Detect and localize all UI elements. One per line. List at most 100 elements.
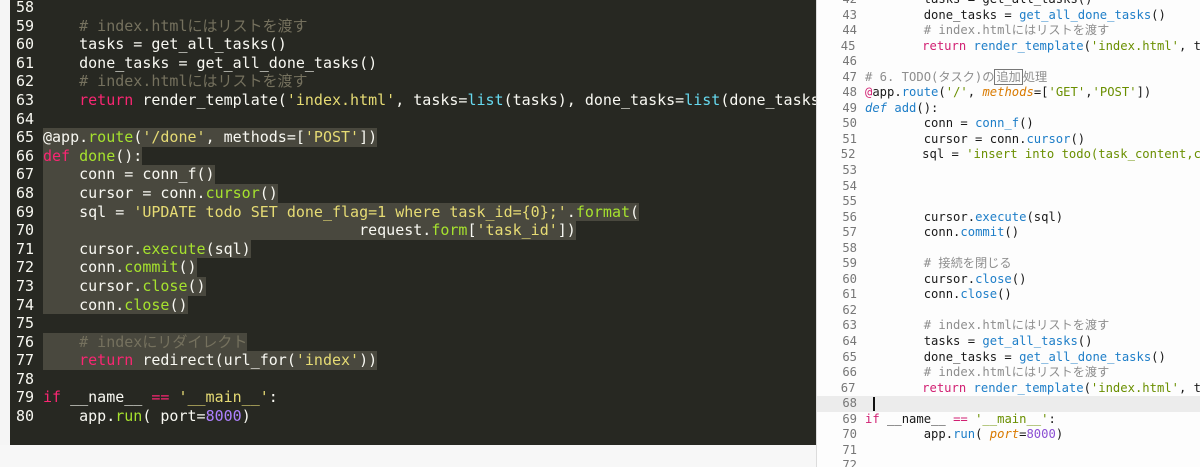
code-token: ))	[359, 351, 378, 370]
right-code-line[interactable]: 51 cursor = conn.cursor()	[817, 132, 1200, 148]
right-code-line[interactable]: 55	[817, 194, 1200, 210]
left-code-line[interactable]: 61 done_tasks = get_all_done_tasks()	[10, 54, 816, 73]
left-line-number: 70	[16, 221, 35, 240]
right-line-code: # index.htmlにはリストを渡す	[865, 318, 1110, 334]
right-code-line[interactable]: 47 # 6. TODO(タスク)の 追加 処理	[817, 68, 1200, 86]
code-token: if	[865, 411, 880, 426]
right-line-code: return render_template('index.html', t	[863, 39, 1200, 55]
code-token: # index.htmlにはリストを渡す	[923, 23, 1110, 38]
right-code-line[interactable]: 46	[817, 54, 1200, 70]
code-token: (sql)	[205, 239, 251, 258]
code-token: def	[865, 100, 888, 115]
left-code-line[interactable]: 75	[10, 314, 816, 333]
right-code-line[interactable]: 69 if __name__ == '__main__':	[817, 412, 1200, 428]
left-code-line[interactable]: 70 request.form['task_id'])	[10, 221, 816, 240]
right-line-number: 58	[842, 240, 857, 255]
right-code-line[interactable]: 61 conn.close()	[817, 287, 1200, 303]
code-token: , t	[1178, 380, 1200, 395]
right-line-code: return render_template('index.html', t	[863, 381, 1200, 397]
code-token: 'insert into todo(task_content,c	[966, 147, 1200, 162]
right-code-line[interactable]: 42 tasks = get_all_tasks()	[817, 0, 1200, 8]
code-token: cursor.	[43, 276, 143, 295]
left-code-line[interactable]: 67 conn = conn_f()	[10, 165, 816, 184]
right-code-line[interactable]: 45 return render_template('index.html', …	[817, 39, 1200, 55]
code-token: # index.htmlにはリストを渡す	[923, 365, 1110, 380]
right-line-code: conn = conn_f()	[865, 116, 1034, 132]
left-code-line[interactable]: 74 conn.close()	[10, 295, 816, 315]
left-line-number: 59	[16, 16, 35, 35]
right-code-line[interactable]: 57 conn.commit()	[817, 225, 1200, 241]
right-code-line[interactable]: 53	[817, 163, 1200, 179]
right-code-line[interactable]: 58	[817, 241, 1200, 257]
right-code-line[interactable]: 59 # 接続を閉じる	[817, 256, 1200, 272]
right-code-line[interactable]: 70 app.run( port=8000)	[817, 427, 1200, 443]
left-line-number: 79	[16, 388, 35, 407]
left-code-line[interactable]: 78	[10, 370, 816, 389]
code-token: commit	[960, 225, 1005, 240]
right-code-line[interactable]: 65 done_tasks = get_all_done_tasks()	[817, 350, 1200, 366]
left-code-line[interactable]: 71 cursor.execute(sql)	[10, 239, 816, 259]
right-code-line[interactable]: 50 conn = conn_f()	[817, 116, 1200, 132]
right-line-code: cursor.execute(sql)	[865, 210, 1063, 226]
code-token: .	[566, 202, 576, 221]
code-token: ():	[916, 100, 939, 115]
right-code-line[interactable]: 67 return render_template('index.html', …	[817, 381, 1200, 397]
right-code-line[interactable]: 56 cursor.execute(sql)	[817, 210, 1200, 226]
left-code-line[interactable]: 66 def done():	[10, 146, 816, 166]
code-token: 'UPDATE todo SET done_flag=1 where task_…	[133, 202, 567, 221]
left-line-code: if __name__ == '__main__':	[43, 388, 278, 407]
left-code-line[interactable]: 73 cursor.close()	[10, 276, 816, 296]
code-token: return	[922, 38, 967, 53]
code-token: (	[133, 128, 143, 147]
code-token: conn.	[43, 258, 125, 277]
left-line-code: # index.htmlにはリストを渡す	[43, 72, 307, 91]
left-code-line[interactable]: 76 # indexにリダイレクト	[10, 332, 816, 352]
left-line-number: 62	[16, 72, 35, 91]
right-code-line[interactable]: 49 def add():	[817, 101, 1200, 117]
right-line-code: conn.commit()	[865, 225, 1019, 241]
right-code-line[interactable]: 63 # index.htmlにはリストを渡す	[817, 318, 1200, 334]
code-token: render_template	[973, 38, 1084, 53]
left-code-line[interactable]: 69 sql = 'UPDATE todo SET done_flag=1 wh…	[10, 202, 816, 222]
left-code-line[interactable]: 59 # index.htmlにはリストを渡す	[10, 17, 816, 36]
right-code-line[interactable]: 66 # index.htmlにはリストを渡す	[817, 365, 1200, 381]
left-code-line[interactable]: 80 app.run( port=8000)	[10, 407, 816, 426]
right-code-line[interactable]: 54	[817, 179, 1200, 195]
left-code-line[interactable]: 60 tasks = get_all_tasks()	[10, 35, 816, 54]
left-code-line[interactable]: 77 return redirect(url_for('index'))	[10, 351, 816, 370]
left-code-line[interactable]: 58	[10, 0, 816, 17]
left-code-editor[interactable]: 58 59 # index.htmlにはリストを渡す 60 tasks = get_…	[0, 0, 816, 445]
right-line-number: 66	[842, 365, 857, 380]
code-token: methods	[982, 85, 1034, 100]
right-line-number: 72	[842, 458, 857, 467]
right-code-line[interactable]: 64 tasks = get_all_tasks()	[817, 334, 1200, 350]
left-code-line[interactable]: 79 if __name__ == '__main__':	[10, 388, 816, 407]
code-token: ()	[1151, 349, 1166, 364]
right-code-line[interactable]: 62	[817, 303, 1200, 319]
left-code-line[interactable]: 63 return render_template('index.html', …	[10, 91, 816, 110]
left-code-line[interactable]: 64	[10, 110, 816, 129]
right-code-line[interactable]: 52 sql = 'insert into todo(task_content,…	[817, 147, 1200, 163]
right-line-number: 55	[842, 194, 857, 209]
left-code-lines[interactable]: 58 59 # index.htmlにはリストを渡す 60 tasks = get_…	[10, 0, 816, 426]
right-code-line[interactable]: 71	[817, 443, 1200, 459]
right-line-number: 45	[840, 38, 856, 53]
right-code-line[interactable]: 60 cursor.close()	[817, 272, 1200, 288]
code-token: done_tasks =	[865, 7, 1020, 22]
left-code-line[interactable]: 72 conn.commit()	[10, 258, 816, 277]
right-line-code: app.run( port=8000)	[865, 427, 1063, 443]
right-code-line[interactable]: 44 # index.htmlにはリストを渡す	[817, 23, 1200, 39]
right-code-line[interactable]: 72	[817, 458, 1200, 467]
right-code-editor[interactable]: 42 tasks = get_all_tasks()43 done_tasks …	[816, 0, 1200, 467]
right-code-line[interactable]: 48 @app.route('/', methods=['GET','POST']…	[817, 85, 1200, 101]
right-code-line[interactable]: 43 done_tasks = get_all_done_tasks()	[817, 8, 1200, 24]
right-line-number: 67	[840, 380, 856, 395]
code-token: ])	[557, 221, 576, 240]
right-code-line[interactable]: 68	[817, 396, 1200, 412]
left-code-line[interactable]: 68 cursor = conn.cursor()	[10, 183, 816, 203]
left-code-line[interactable]: 65 @app.route('/done', methods=['POST'])	[10, 128, 816, 147]
left-code-line[interactable]: 62 # index.htmlにはリストを渡す	[10, 72, 816, 91]
right-code-lines[interactable]: 42 tasks = get_all_tasks()43 done_tasks …	[817, 0, 1200, 467]
